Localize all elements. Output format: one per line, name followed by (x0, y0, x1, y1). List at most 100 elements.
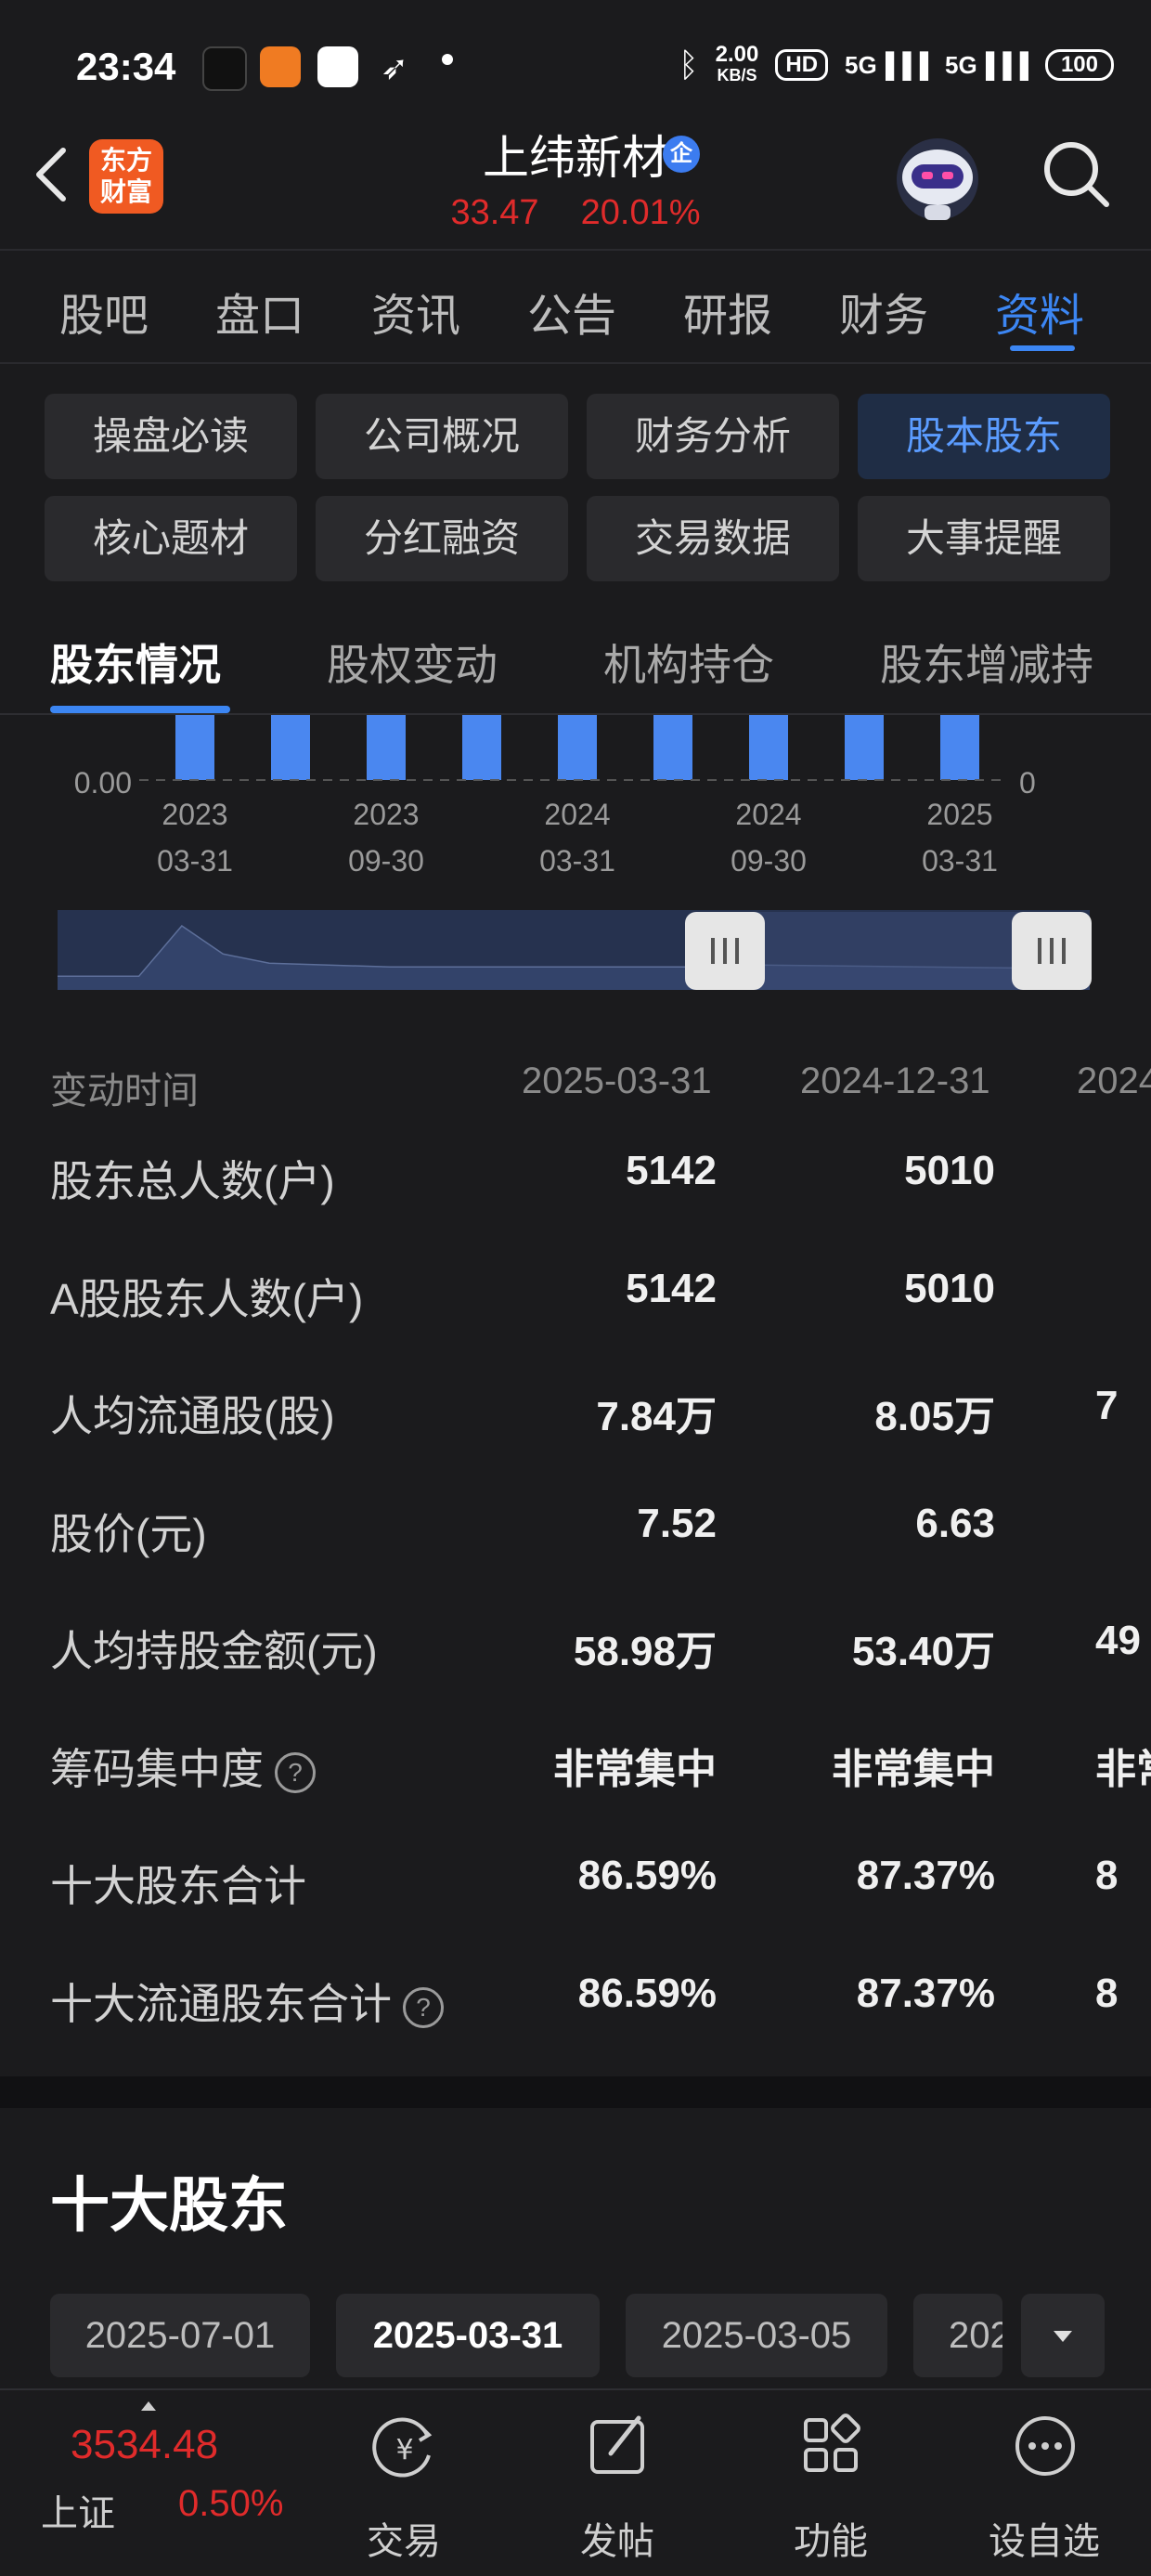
subtab-equity-changes[interactable]: 股权变动 (327, 631, 498, 693)
shareholder-chart: 0.00 0 2023 03-31 2023 09-30 2024 03-31 2024 09… (58, 715, 1092, 990)
chart-right-axis-label: 0 (1019, 766, 1036, 800)
tab-research[interactable]: 研报 (683, 279, 772, 344)
table-cell: 8.05万 (874, 1394, 995, 1439)
chip-trading-data[interactable]: 交易数据 (587, 496, 839, 581)
table-cell: 非常 (1095, 1747, 1151, 1792)
chart-x-tick-year: 2024 (544, 798, 610, 831)
robot-icon (897, 138, 978, 220)
caret-down-icon (1054, 2331, 1072, 2342)
signal-1: 5G▐▐▐ (845, 50, 928, 79)
tab-news[interactable]: 资讯 (371, 279, 460, 344)
nav-add-watchlist[interactable]: 设自选 (975, 2390, 1114, 2576)
bottom-nav: 3534.48 上证 0.50% ¥ 交易 发帖 功能 设自选 (0, 2388, 1151, 2576)
tab-guba[interactable]: 股吧 (59, 279, 149, 344)
chip-events[interactable]: 大事提醒 (858, 496, 1110, 581)
enterprise-badge: 企 (663, 136, 700, 173)
date-dropdown-button[interactable] (1021, 2294, 1105, 2377)
chart-bar (749, 715, 788, 780)
chart-x-tick-year: 2024 (735, 798, 801, 831)
chart-x-tick-date: 03-31 (539, 844, 615, 878)
nav-functions[interactable]: 功能 (761, 2390, 900, 2576)
tab-finance[interactable]: 财务 (839, 279, 928, 344)
caret-up-icon (141, 2401, 156, 2411)
baidu-icon (317, 46, 358, 87)
table-cell: 7 (1095, 1383, 1119, 1428)
tiktok-icon (202, 46, 247, 91)
index-name: 上证 (41, 2493, 115, 2534)
telegram-icon: ➶ (381, 48, 409, 86)
subtab-active-indicator (50, 706, 230, 713)
chip-trading-guide[interactable]: 操盘必读 (45, 394, 297, 479)
search-button[interactable] (1040, 137, 1114, 212)
chart-bars (175, 715, 979, 780)
tab-profile[interactable]: 资料 (995, 279, 1084, 344)
range-handle-left[interactable] (685, 912, 765, 990)
nav-trade[interactable]: ¥ 交易 (334, 2390, 473, 2576)
bluetooth-icon: ᛒ (679, 46, 699, 84)
row-label: 人均流通股(股) (50, 1383, 335, 1444)
row-label: A股股东人数(户) (50, 1266, 363, 1327)
net-speed-value: 2.00 (715, 42, 759, 67)
top10-title: 十大股东 (50, 2172, 288, 2239)
chip-shareholders[interactable]: 股本股东 (858, 394, 1110, 479)
table-cell: 8 (1095, 1971, 1119, 2016)
tab-announcements[interactable]: 公告 (527, 279, 616, 344)
subtab-institutional[interactable]: 机构持仓 (603, 631, 774, 693)
app-icon (260, 46, 301, 87)
table-cell: 6.63 (915, 1501, 995, 1546)
chart-x-tick-year: 2023 (162, 798, 227, 831)
chart-x-tick-date: 03-31 (922, 844, 998, 878)
index-change: 0.50% (178, 2483, 284, 2524)
row-label: 筹码集中度? (50, 1736, 316, 1797)
nav-functions-label: 功能 (794, 2521, 868, 2562)
chip-dividends-financing[interactable]: 分红融资 (316, 496, 568, 581)
chart-bar (175, 715, 214, 780)
table-cell: 87.37% (856, 1853, 995, 1898)
main-tab-bar: 股吧 盘口 资讯 公告 研报 财务 资料 (0, 249, 1151, 364)
chart-bar (558, 715, 597, 780)
table-cell: 53.40万 (851, 1629, 995, 1674)
edit-icon (590, 2415, 644, 2474)
help-icon[interactable]: ? (403, 1986, 444, 2028)
help-icon[interactable]: ? (275, 1751, 316, 1793)
stock-price: 33.47 (450, 193, 539, 232)
subtab-shareholder-status[interactable]: 股东情况 (50, 631, 221, 693)
chevron-left-icon (36, 148, 66, 202)
robot-assistant-icon[interactable] (891, 135, 984, 228)
table-cell: 86.59% (577, 1971, 717, 2016)
table-cell: 86.59% (577, 1853, 717, 1898)
chip-company-overview[interactable]: 公司概况 (316, 394, 568, 479)
stock-name: 上纬新材 (483, 132, 668, 184)
date-chip[interactable]: 2025 (913, 2294, 1002, 2377)
row-label-text: 股价(元) (50, 1510, 207, 1558)
row-label: 股东总人数(户) (50, 1148, 335, 1209)
back-button[interactable] (24, 137, 89, 212)
table-cell: 5142 (626, 1266, 717, 1311)
table-cell: 7.84万 (596, 1394, 717, 1439)
date-chip[interactable]: 2025-07-01 (50, 2294, 310, 2377)
battery-icon: 100 (1044, 49, 1114, 81)
nav-post[interactable]: 发帖 (548, 2390, 687, 2576)
tab-pankou[interactable]: 盘口 (215, 279, 304, 344)
table-cell: 非常集中 (553, 1747, 717, 1792)
row-label-text: 筹码集中度 (50, 1745, 264, 1793)
table-cell: 87.37% (856, 1971, 995, 2016)
chart-x-tick-year: 2023 (353, 798, 419, 831)
chip-core-themes[interactable]: 核心题材 (45, 496, 297, 581)
index-ticker[interactable]: 3534.48 上证 0.50% (0, 2390, 306, 2576)
brand-line-2: 财富 (99, 177, 152, 206)
table-header-date-1: 2025-03-31 (522, 1060, 712, 1101)
date-chip-active[interactable]: 2025-03-31 (336, 2294, 600, 2377)
grid-icon (804, 2413, 860, 2472)
date-chip[interactable]: 2025-03-05 (626, 2294, 887, 2377)
subtab-holding-changes[interactable]: 股东增减持 (880, 631, 1093, 693)
chip-financial-analysis[interactable]: 财务分析 (587, 394, 839, 479)
range-handle-right[interactable] (1012, 912, 1092, 990)
nav-post-label: 发帖 (580, 2521, 654, 2562)
hd-icon: HD (775, 49, 829, 81)
row-label-text: 人均流通股(股) (50, 1392, 335, 1440)
nav-add-watchlist-label: 设自选 (989, 2521, 1100, 2562)
chart-bar (462, 715, 501, 780)
row-label-text: A股股东人数(户) (50, 1275, 364, 1323)
chart-left-axis-label: 0.00 (74, 766, 132, 800)
